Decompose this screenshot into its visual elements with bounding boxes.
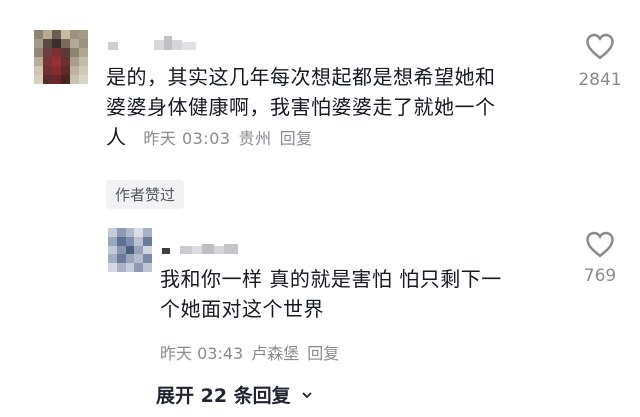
like-count: 769	[583, 266, 617, 286]
comment-meta: 昨天 03:03 贵州 回复	[143, 124, 312, 154]
comment-meta: 昨天 03:43 卢森堡 回复	[160, 340, 339, 364]
comment-line: 婆婆身体健康啊，我害怕婆婆走了就她一个	[106, 95, 496, 119]
chevron-down-icon	[302, 391, 312, 398]
comment-location: 卢森堡	[251, 344, 300, 363]
comment-line: 个她面对这个世界	[160, 297, 324, 321]
comment-text: 我和你一样 真的就是害怕 怕只剩下一 个她面对这个世界	[160, 264, 560, 324]
like-button[interactable]	[578, 230, 622, 258]
avatar[interactable]	[34, 30, 88, 84]
expand-replies-button[interactable]: 展开 22 条回复	[156, 381, 313, 408]
comment-line: 是的，其实这几年每次想起都是想希望她和	[106, 65, 496, 89]
reply-button[interactable]: 回复	[280, 124, 313, 154]
comment-text: 是的，其实这几年每次想起都是想希望她和 婆婆身体健康啊，我害怕婆婆走了就她一个 …	[106, 62, 556, 154]
like-button[interactable]	[578, 32, 622, 60]
username-redacted[interactable]	[162, 238, 238, 254]
like-count: 2841	[578, 70, 622, 90]
avatar[interactable]	[108, 228, 152, 272]
comment-time: 昨天 03:43	[160, 344, 244, 363]
heart-outline-icon	[586, 231, 614, 258]
username-redacted[interactable]	[108, 34, 196, 50]
reply-button[interactable]: 回复	[307, 340, 339, 364]
comment-time: 昨天 03:03	[143, 128, 231, 148]
heart-outline-icon	[586, 33, 614, 60]
comment-line: 我和你一样 真的就是害怕 怕只剩下一	[160, 267, 502, 291]
comment-line: 人	[106, 125, 127, 149]
expand-replies-label: 展开 22 条回复	[156, 385, 291, 407]
author-liked-badge: 作者赞过	[106, 180, 185, 209]
comment-location: 贵州	[238, 128, 272, 148]
